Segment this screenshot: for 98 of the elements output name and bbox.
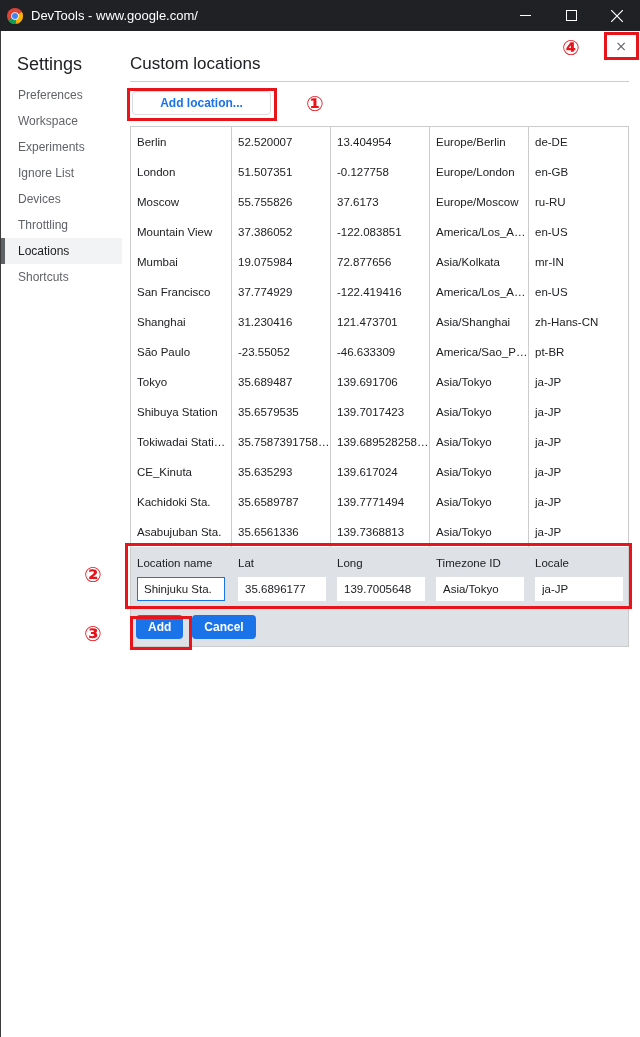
callout-number: ③ xyxy=(84,622,102,646)
table-cell: Tokyo xyxy=(131,367,232,397)
table-cell-text: ru-RU xyxy=(534,195,567,210)
table-cell: 37.774929 xyxy=(232,277,331,307)
table-cell-text: ja-JP xyxy=(533,465,563,480)
table-cell: Asia/Kolkata xyxy=(430,247,529,277)
sidebar-item[interactable]: Workspace xyxy=(1,108,122,134)
table-cell: -0.127758 xyxy=(331,157,430,187)
table-cell: Europe/Moscow xyxy=(430,187,529,217)
add-location-button[interactable]: Add location... xyxy=(132,91,271,115)
sidebar-item[interactable]: Throttling xyxy=(1,212,122,238)
table-cell-text: de-DE xyxy=(534,135,569,150)
table-cell-text: ja-JP xyxy=(533,405,563,420)
table-cell-text: pt-BR xyxy=(534,345,566,360)
table-cell: 13.404954 xyxy=(331,127,430,157)
table-cell: London xyxy=(131,157,232,187)
settings-heading: Settings xyxy=(17,53,84,75)
table-cell: CE_Kinuta xyxy=(131,457,232,487)
sidebar-item[interactable]: Locations xyxy=(1,238,122,264)
table-cell: Asia/Tokyo xyxy=(430,427,529,457)
table-cell-text: ja-JP xyxy=(533,435,563,450)
close-button[interactable]: × xyxy=(611,38,631,54)
sidebar-item[interactable]: Devices xyxy=(1,186,122,212)
table-cell: Mumbai xyxy=(131,247,232,277)
table-cell-text: ja-JP xyxy=(533,525,563,540)
callout-number: ② xyxy=(84,563,102,587)
table-cell: 51.507351 xyxy=(232,157,331,187)
action-button[interactable]: Cancel xyxy=(192,615,256,639)
table-cell-text: en-GB xyxy=(534,165,570,180)
input-field[interactable]: ja-JP xyxy=(535,577,623,601)
table-cell-text: ja-JP xyxy=(533,495,563,510)
table-cell: Shibuya Station xyxy=(131,397,232,427)
highlight-frame xyxy=(130,616,192,650)
table-cell: -23.55052 xyxy=(232,337,331,367)
table-cell: Europe/London xyxy=(430,157,529,187)
table-cell: Shanghai xyxy=(131,307,232,337)
close-icon xyxy=(611,9,623,22)
field-label: Long xyxy=(337,557,363,569)
table-cell: Europe/Berlin xyxy=(430,127,529,157)
input-field[interactable]: 139.7005648 xyxy=(337,577,425,601)
table-cell: 37.6173 xyxy=(331,187,430,217)
input-field[interactable]: 35.6896177 xyxy=(238,577,326,601)
table-cell: 139.7017423 xyxy=(331,397,430,427)
table-cell: 139.617024 xyxy=(331,457,430,487)
table-cell-text: mr-IN xyxy=(534,255,565,270)
table-cell: America/Los_A… xyxy=(430,277,529,307)
table-cell: 139.689528258… xyxy=(331,427,430,457)
table-cell: Kachidoki Sta. xyxy=(131,487,232,517)
table-cell: Moscow xyxy=(131,187,232,217)
window-title: DevTools - www.google.com/ xyxy=(31,8,199,23)
table-cell: San Francisco xyxy=(131,277,232,307)
table-cell: 35.689487 xyxy=(232,367,331,397)
table-cell: Asia/Tokyo xyxy=(430,367,529,397)
input-field[interactable]: Shinjuku Sta. xyxy=(137,577,225,601)
table-cell: 31.230416 xyxy=(232,307,331,337)
table-cell: Asia/Tokyo xyxy=(430,487,529,517)
field-label: Locale xyxy=(535,557,569,569)
table-cell-text: en-US xyxy=(534,285,569,300)
table-cell: 19.075984 xyxy=(232,247,331,277)
table-cell: Berlin xyxy=(131,127,232,157)
action-button[interactable]: Add xyxy=(136,615,184,639)
table-cell-text: ja-JP xyxy=(533,375,563,390)
table-cell: 35.7587391758… xyxy=(232,427,331,457)
sidebar-item[interactable]: Preferences xyxy=(1,82,122,108)
table-cell: Asia/Shanghai xyxy=(430,307,529,337)
table-cell: 55.755826 xyxy=(232,187,331,217)
table-cell: 139.7771494 xyxy=(331,487,430,517)
table-cell: America/Los_A… xyxy=(430,217,529,247)
browser-logo-icon xyxy=(7,7,23,24)
table-cell: 139.691706 xyxy=(331,367,430,397)
table-cell: 52.520007 xyxy=(232,127,331,157)
table-cell: 121.473701 xyxy=(331,307,430,337)
table-cell: -122.083851 xyxy=(331,217,430,247)
table-cell: -46.633309 xyxy=(331,337,430,367)
table-cell: -122.419416 xyxy=(331,277,430,307)
table-cell-text: zh-Hans-CN xyxy=(534,315,600,330)
table-cell: São Paulo xyxy=(131,337,232,367)
sidebar-item[interactable]: Ignore List xyxy=(1,160,122,186)
table-cell: Asia/Tokyo xyxy=(430,457,529,487)
field-label: Lat xyxy=(238,557,254,569)
table-cell-text: en-US xyxy=(534,225,569,240)
table-cell: 35.6589787 xyxy=(232,487,331,517)
table-cell: 35.635293 xyxy=(232,457,331,487)
table-cell: 72.877656 xyxy=(331,247,430,277)
table-cell: 37.386052 xyxy=(232,217,331,247)
field-label: Location name xyxy=(137,557,213,569)
callout-number: ① xyxy=(306,92,324,116)
sidebar-item[interactable]: Experiments xyxy=(1,134,122,160)
highlight-frame xyxy=(604,32,639,60)
table-cell: America/Sao_P… xyxy=(430,337,529,367)
table-cell: Asia/Tokyo xyxy=(430,397,529,427)
input-field[interactable]: Asia/Tokyo xyxy=(436,577,524,601)
table-cell: 35.6579535 xyxy=(232,397,331,427)
table-cell: Mountain View xyxy=(131,217,232,247)
table-cell: Tokiwadai Stati… xyxy=(131,427,232,457)
field-label: Timezone ID xyxy=(436,557,501,569)
maximize-icon xyxy=(565,10,577,21)
sidebar-item[interactable]: Shortcuts xyxy=(1,264,122,290)
